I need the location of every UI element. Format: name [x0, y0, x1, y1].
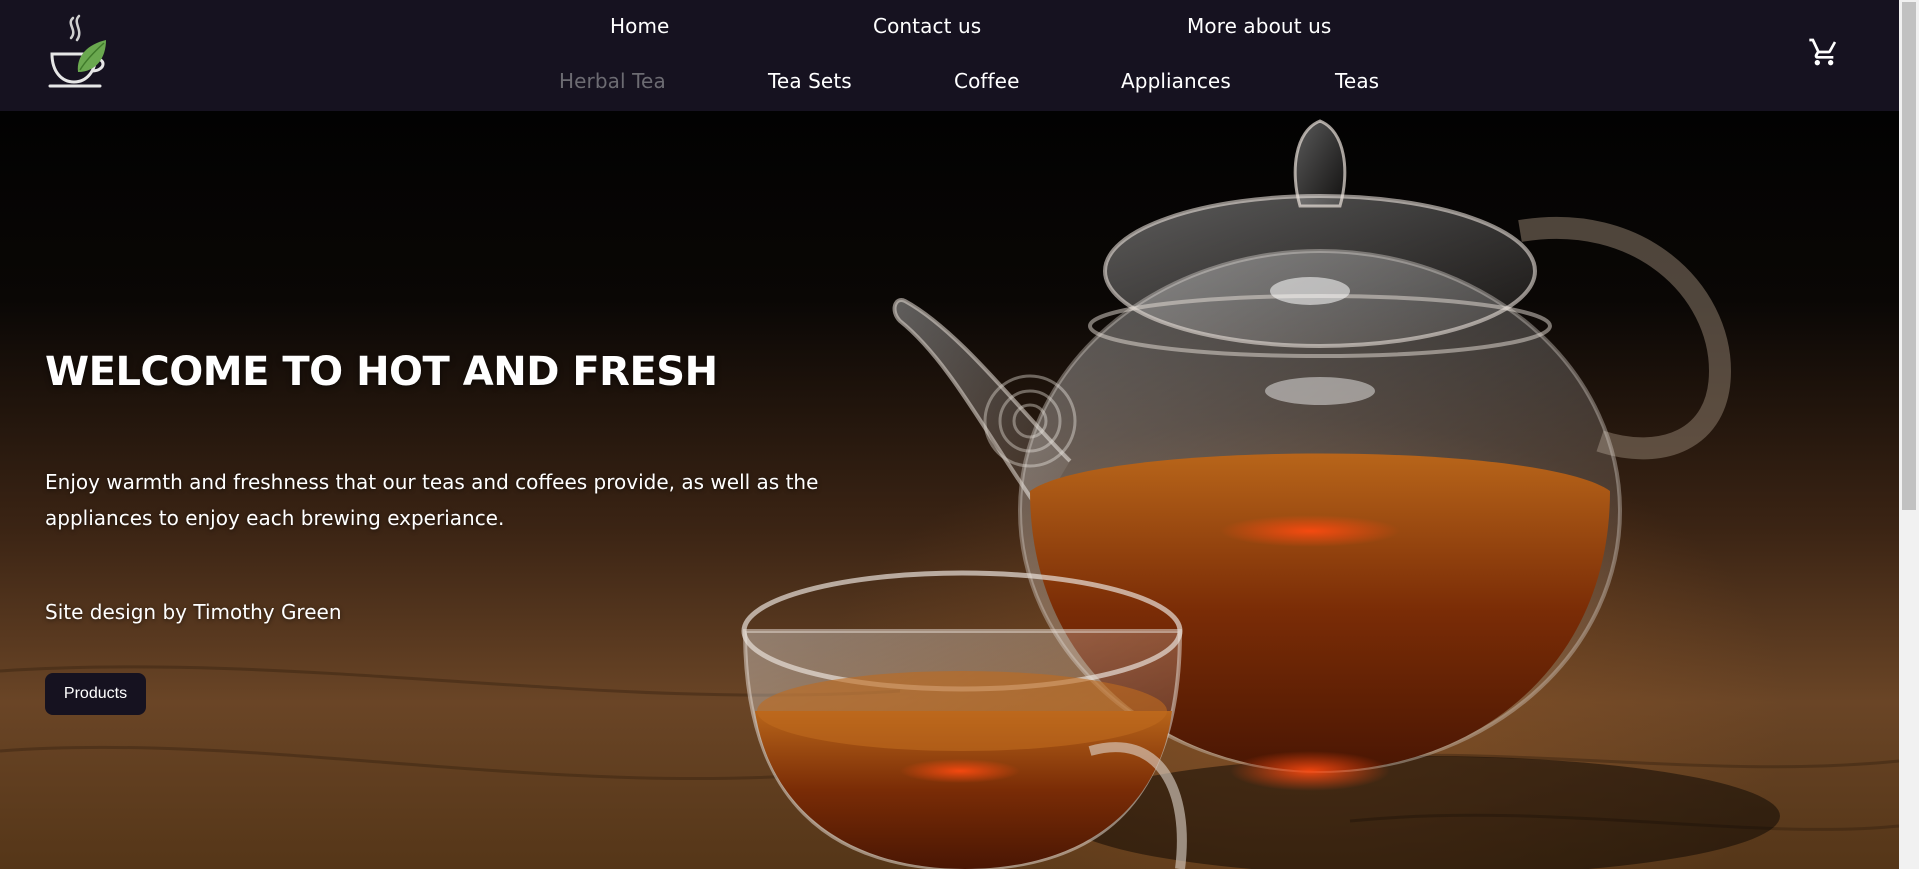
nav-appliances-link[interactable]: Appliances [1121, 66, 1231, 96]
nav-contact-link[interactable]: Contact us [873, 11, 981, 41]
nav-coffee-link[interactable]: Coffee [954, 66, 1020, 96]
nav-teas-link[interactable]: Teas [1335, 66, 1379, 96]
hero-section: WELCOME TO HOT AND FRESH Enjoy warmth an… [0, 111, 1899, 869]
primary-nav: Home Contact us More about us [0, 11, 1899, 41]
site-header: Home Contact us More about us Herbal Tea… [0, 0, 1899, 111]
shopping-cart-icon[interactable] [1808, 36, 1840, 68]
site-credit: Site design by Timothy Green [45, 600, 342, 624]
nav-more-about-link[interactable]: More about us [1187, 11, 1331, 41]
nav-tea-sets-link[interactable]: Tea Sets [768, 66, 852, 96]
page-scrollbar[interactable] [1899, 0, 1919, 869]
nav-herbal-tea-link[interactable]: Herbal Tea [559, 66, 666, 96]
hero-description: Enjoy warmth and freshness that our teas… [45, 470, 819, 530]
scrollbar-thumb[interactable] [1902, 2, 1916, 510]
hero-title: WELCOME TO HOT AND FRESH [45, 349, 718, 395]
products-button[interactable]: Products [45, 673, 146, 715]
nav-home-link[interactable]: Home [610, 11, 669, 41]
category-nav: Herbal Tea Tea Sets Coffee Appliances Te… [0, 66, 1899, 96]
